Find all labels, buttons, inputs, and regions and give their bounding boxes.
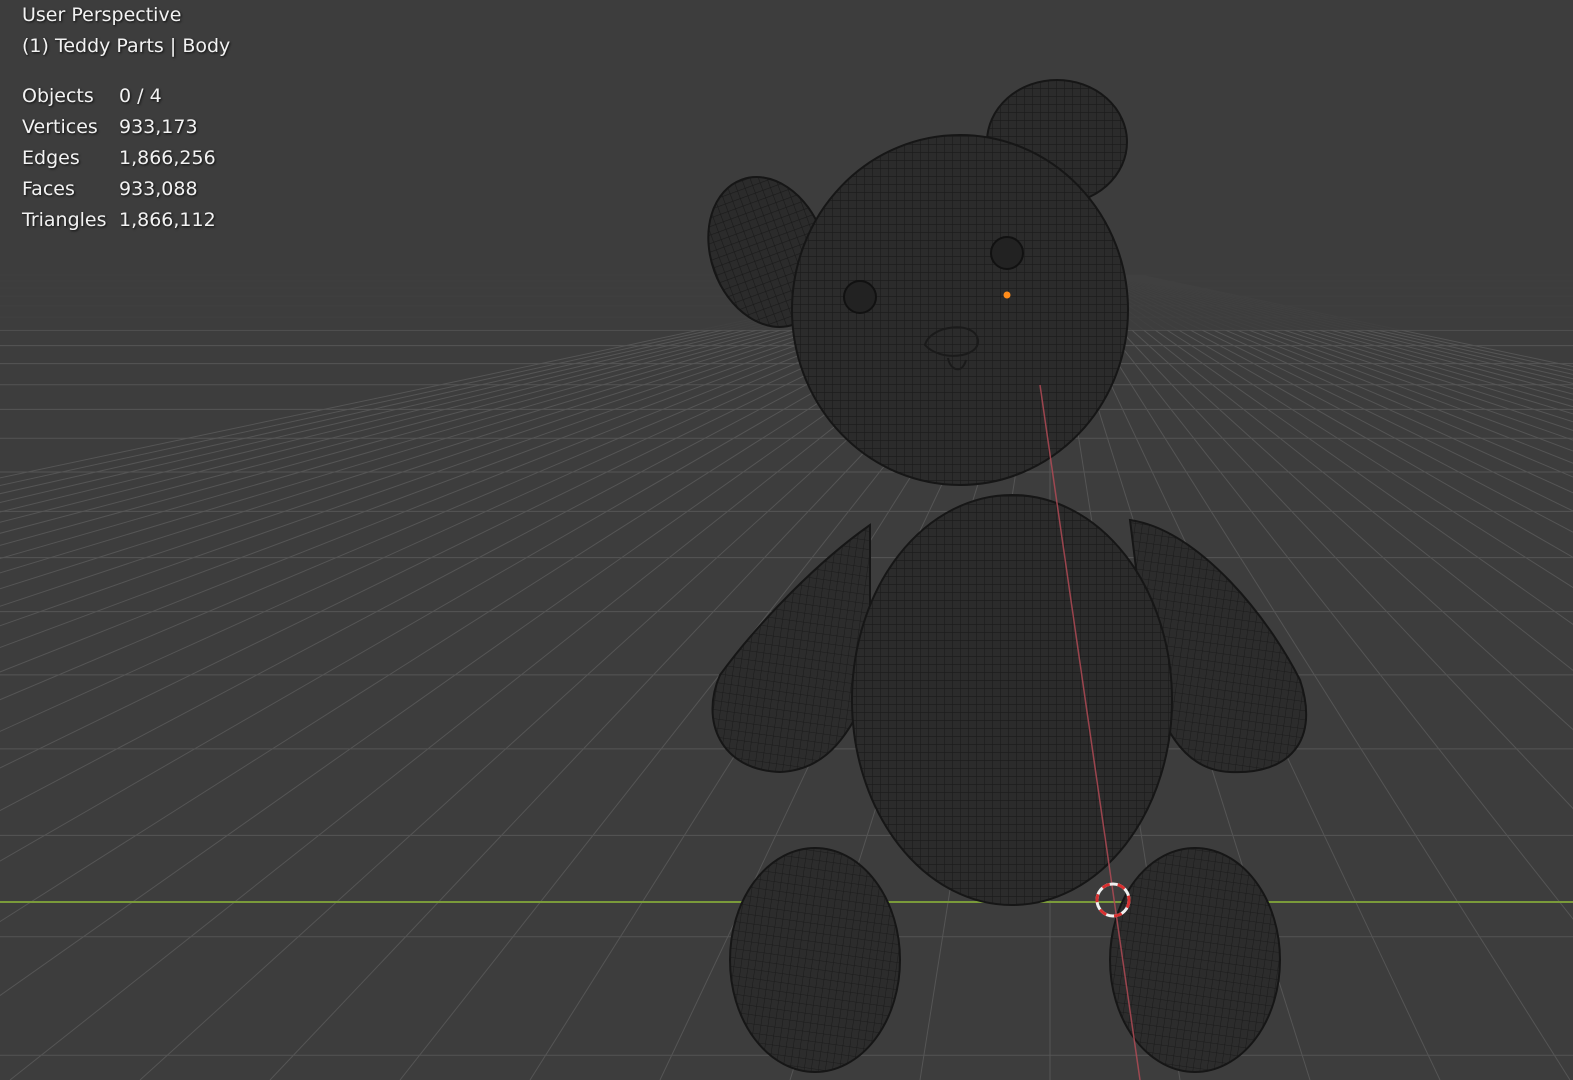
teddy-left-leg[interactable] bbox=[729, 847, 901, 1073]
teddy-torso[interactable] bbox=[851, 494, 1173, 906]
stat-label: Objects bbox=[22, 85, 94, 107]
stat-row-edges: Edges 1,866,256 bbox=[22, 143, 230, 174]
stat-value: 0 / 4 bbox=[119, 85, 162, 107]
stat-row-vertices: Vertices 933,173 bbox=[22, 112, 230, 143]
viewport-info-overlay: User Perspective (1) Teddy Parts | Body … bbox=[22, 0, 230, 236]
teddy-left-eye bbox=[843, 280, 877, 314]
stat-value: 1,866,256 bbox=[119, 147, 216, 169]
teddy-right-leg[interactable] bbox=[1109, 847, 1281, 1073]
teddy-head[interactable] bbox=[791, 134, 1129, 486]
stat-row-faces: Faces 933,088 bbox=[22, 174, 230, 205]
stat-row-objects: Objects 0 / 4 bbox=[22, 81, 230, 112]
teddy-left-arm[interactable] bbox=[711, 523, 871, 774]
3d-viewport[interactable]: User Perspective (1) Teddy Parts | Body … bbox=[0, 0, 1573, 1080]
teddy-right-eye bbox=[990, 236, 1024, 270]
stat-label: Triangles bbox=[22, 209, 107, 231]
object-origin-icon[interactable] bbox=[1003, 291, 1011, 299]
stat-value: 933,088 bbox=[119, 178, 198, 200]
stat-row-triangles: Triangles 1,866,112 bbox=[22, 205, 230, 236]
stat-label: Vertices bbox=[22, 116, 98, 138]
stat-label: Faces bbox=[22, 178, 75, 200]
stat-label: Edges bbox=[22, 147, 80, 169]
stat-value: 1,866,112 bbox=[119, 209, 216, 231]
scene-statistics: Objects 0 / 4 Vertices 933,173 Edges 1,8… bbox=[22, 81, 230, 236]
active-object-context: (1) Teddy Parts | Body bbox=[22, 35, 231, 57]
view-title: User Perspective bbox=[22, 4, 182, 26]
viewport-scene[interactable] bbox=[0, 0, 1573, 1080]
stat-value: 933,173 bbox=[119, 116, 198, 138]
